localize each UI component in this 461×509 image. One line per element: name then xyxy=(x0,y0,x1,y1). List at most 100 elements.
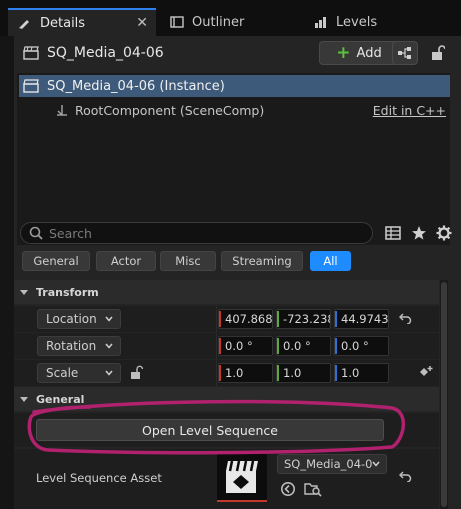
tree-item-root-component[interactable]: RootComponent (SceneComp) Edit in C++ xyxy=(17,99,450,121)
tab-levels-label: Levels xyxy=(336,14,378,30)
location-x-value: 407.868 xyxy=(225,312,273,326)
collapse-arrow-icon xyxy=(20,396,28,402)
column-divider xyxy=(216,306,217,332)
scrollbar-thumb[interactable] xyxy=(441,282,447,507)
add-key-icon[interactable] xyxy=(419,365,433,379)
z-axis-marker xyxy=(335,311,337,327)
scale-x-value: 1.0 xyxy=(225,366,244,380)
tab-details[interactable]: Details ✕ xyxy=(8,8,156,36)
rotation-y-field[interactable]: 0.0 ° xyxy=(276,336,331,356)
x-axis-marker xyxy=(219,338,221,354)
add-button-label: Add xyxy=(356,45,382,61)
tab-levels[interactable]: Levels xyxy=(304,8,444,36)
tab-outliner[interactable]: Outliner xyxy=(160,8,300,36)
level-sequence-thumbnail-icon xyxy=(226,460,258,493)
tree-item-instance[interactable]: SQ_Media_04-06 (Instance) xyxy=(19,75,450,97)
rotation-z-field[interactable]: 0.0 ° xyxy=(334,336,389,356)
use-selected-arrow-icon[interactable] xyxy=(280,481,296,497)
close-icon[interactable]: ✕ xyxy=(136,15,148,31)
asset-thumbnail[interactable] xyxy=(217,454,267,502)
details-panel: SQ_Media_04-06 + Add SQ_Media_04-06 (Ins… xyxy=(14,36,461,509)
blueprint-button[interactable] xyxy=(392,41,418,65)
scale-z-field[interactable]: 1.0 xyxy=(334,363,389,383)
tab-bar: Details ✕ Outliner Levels xyxy=(0,0,461,36)
location-z-value: 44.97438 xyxy=(341,312,389,326)
location-y-field[interactable]: -723.238 xyxy=(276,309,331,329)
asset-value: SQ_Media_04-0 xyxy=(284,457,373,471)
scale-label: Scale xyxy=(46,366,79,380)
component-tree: SQ_Media_04-06 (Instance) RootComponent … xyxy=(17,73,450,245)
filter-all[interactable]: All xyxy=(310,251,351,271)
y-axis-marker xyxy=(277,338,279,354)
search-box[interactable] xyxy=(20,222,373,244)
section-general[interactable]: General xyxy=(14,387,439,411)
chevron-down-icon xyxy=(372,460,380,468)
open-sequence-row: Open Level Sequence xyxy=(14,413,439,447)
tab-details-label: Details xyxy=(40,15,86,31)
scale-x-field[interactable]: 1.0 xyxy=(218,363,273,383)
section-transform[interactable]: Transform xyxy=(14,280,439,304)
z-axis-marker xyxy=(335,338,337,354)
unlock-icon[interactable] xyxy=(130,365,143,380)
rotation-x-field[interactable]: 0.0 ° xyxy=(218,336,273,356)
levels-icon xyxy=(315,17,326,28)
add-component-button[interactable]: + Add xyxy=(319,41,399,65)
star-icon[interactable] xyxy=(411,225,427,241)
level-sequence-icon xyxy=(23,79,39,93)
rotation-row: Rotation 0.0 ° 0.0 ° 0.0 ° xyxy=(14,333,439,359)
actor-name: SQ_Media_04-06 xyxy=(47,45,164,61)
reset-arrow-icon[interactable] xyxy=(399,470,412,482)
gear-icon[interactable] xyxy=(436,225,452,241)
rotation-dropdown[interactable]: Rotation xyxy=(37,336,121,356)
actor-header: SQ_Media_04-06 + Add xyxy=(14,36,461,72)
location-dropdown[interactable]: Location xyxy=(37,309,121,329)
y-axis-marker xyxy=(277,311,279,327)
level-sequence-asset-row: Level Sequence Asset SQ_Media_04-0 xyxy=(14,449,439,509)
level-sequence-asset-label: Level Sequence Asset xyxy=(36,471,162,485)
scale-dropdown[interactable]: Scale xyxy=(37,363,121,383)
x-axis-marker xyxy=(219,365,221,381)
open-level-sequence-button[interactable]: Open Level Sequence xyxy=(36,419,384,441)
outliner-icon xyxy=(170,16,184,28)
edit-in-cpp-link[interactable]: Edit in C++ xyxy=(373,103,446,118)
browse-asset-icon[interactable] xyxy=(304,481,322,497)
location-y-value: -723.238 xyxy=(283,312,331,326)
rotation-z-value: 0.0 ° xyxy=(341,339,369,353)
level-sequence-icon xyxy=(23,46,39,60)
scale-y-field[interactable]: 1.0 xyxy=(276,363,331,383)
plus-icon: + xyxy=(336,42,351,63)
details-scrollbar[interactable] xyxy=(440,280,448,509)
chevron-down-icon xyxy=(105,316,113,322)
asset-picker-dropdown[interactable]: SQ_Media_04-0 xyxy=(277,454,387,474)
chevron-down-icon xyxy=(105,370,113,376)
search-input[interactable] xyxy=(49,225,349,241)
tree-item-root-label: RootComponent (SceneComp) xyxy=(75,102,265,118)
location-row: Location 407.868 -723.238 44.97438 xyxy=(14,306,439,332)
rotation-y-value: 0.0 ° xyxy=(283,339,311,353)
tab-outliner-label: Outliner xyxy=(192,14,245,30)
filter-actor[interactable]: Actor xyxy=(96,251,156,271)
tree-item-instance-label: SQ_Media_04-06 (Instance) xyxy=(47,78,225,94)
table-view-icon[interactable] xyxy=(385,225,401,241)
section-general-label: General xyxy=(36,392,85,406)
z-axis-marker xyxy=(335,365,337,381)
filter-general[interactable]: General xyxy=(22,251,90,271)
scene-component-icon xyxy=(57,105,67,116)
location-x-field[interactable]: 407.868 xyxy=(218,309,273,329)
rotation-x-value: 0.0 ° xyxy=(225,339,253,353)
scale-y-value: 1.0 xyxy=(283,366,302,380)
filter-streaming[interactable]: Streaming xyxy=(221,251,303,271)
pencil-icon xyxy=(19,20,29,29)
unlock-icon[interactable] xyxy=(431,45,445,61)
column-divider xyxy=(216,360,217,386)
rotation-label: Rotation xyxy=(46,339,97,353)
chevron-down-icon xyxy=(105,343,113,349)
x-axis-marker xyxy=(219,311,221,327)
location-z-field[interactable]: 44.97438 xyxy=(334,309,389,329)
search-icon xyxy=(29,226,43,240)
filter-misc[interactable]: Misc xyxy=(160,251,216,271)
scale-z-value: 1.0 xyxy=(341,366,360,380)
blueprint-icon xyxy=(398,47,411,59)
column-divider xyxy=(216,333,217,359)
reset-arrow-icon[interactable] xyxy=(399,312,412,324)
